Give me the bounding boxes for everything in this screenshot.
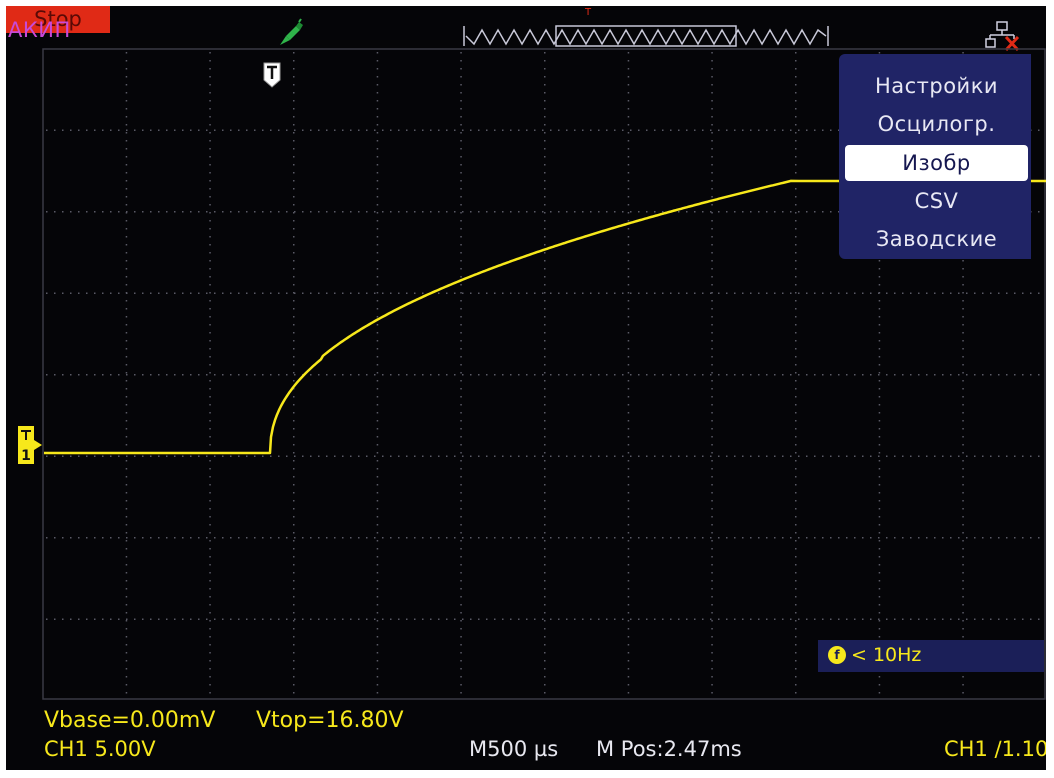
- svg-text:1: 1: [21, 448, 31, 464]
- trigger-time-marker: [263, 62, 281, 88]
- save-type-menu: Настройки Осцилогр. Изобр CSV Заводские: [839, 54, 1031, 259]
- menu-item-settings[interactable]: Настройки: [845, 68, 1028, 104]
- menu-item-image[interactable]: Изобр: [845, 145, 1028, 181]
- oscilloscope-screen: АКИП Stop T 1 Настройки Осцилогр. Изобр …: [6, 6, 1046, 770]
- vbase-measurement: Vbase=0.00mV: [44, 708, 216, 733]
- trigger-source-level: CH1 ∕1.10: [944, 737, 1046, 761]
- frequency-counter: f < 10Hz: [818, 640, 1044, 672]
- timebase-value: M500 µs: [469, 737, 559, 761]
- menu-item-factory[interactable]: Заводские: [845, 221, 1028, 257]
- vtop-measurement: Vtop=16.80V: [256, 708, 404, 733]
- frequency-value: < 10Hz: [851, 644, 922, 666]
- channel-1-scale: CH1 5.00V: [44, 737, 156, 761]
- frequency-icon: f: [828, 646, 846, 664]
- channel-1-level-marker[interactable]: 1: [18, 426, 46, 464]
- menu-item-waveform[interactable]: Осцилогр.: [845, 106, 1028, 142]
- horizontal-position: M Pos:2.47ms: [596, 737, 742, 761]
- menu-item-csv[interactable]: CSV: [845, 183, 1028, 219]
